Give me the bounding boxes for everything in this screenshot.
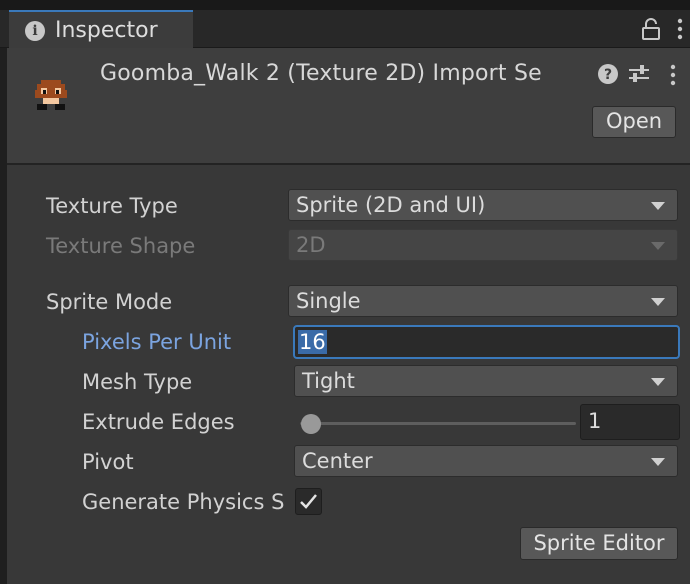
import-settings-header: Goomba_Walk 2 (Texture 2D) Import Se ? O… (7, 48, 690, 165)
svg-text:?: ? (604, 67, 612, 83)
chevron-down-icon (651, 378, 665, 386)
pixels-per-unit-label: Pixels Per Unit (82, 330, 232, 354)
texture-type-value: Sprite (2D and UI) (296, 193, 486, 217)
texture-shape-value: 2D (296, 233, 326, 257)
window-top-strip (0, 0, 690, 10)
sprite-mode-label: Sprite Mode (46, 290, 173, 314)
pivot-value: Center (302, 449, 373, 473)
asset-title: Goomba_Walk 2 (Texture 2D) Import Se (100, 61, 542, 86)
chevron-down-icon (651, 458, 665, 466)
generate-physics-shape-label: Generate Physics S (82, 490, 285, 514)
extrude-edges-slider-track[interactable] (300, 422, 576, 425)
texture-type-label: Texture Type (46, 194, 178, 218)
extrude-edges-slider-handle[interactable] (301, 414, 321, 434)
sprite-mode-value: Single (296, 289, 361, 313)
tab-inspector[interactable]: i Inspector (9, 10, 193, 49)
checkmark-icon (300, 494, 317, 509)
chevron-down-icon (651, 202, 665, 210)
texture-shape-dropdown: 2D (288, 229, 678, 261)
lock-icon[interactable] (641, 18, 661, 40)
info-icon: i (25, 20, 45, 41)
generate-physics-shape-checkbox[interactable] (295, 488, 322, 515)
preset-sliders-icon[interactable] (627, 62, 651, 86)
pixels-per-unit-value: 16 (298, 330, 327, 354)
goomba-sprite-icon (35, 80, 67, 110)
mesh-type-label: Mesh Type (82, 370, 193, 394)
mesh-type-dropdown[interactable]: Tight (294, 365, 678, 397)
extrude-edges-value: 1 (588, 409, 602, 433)
inspector-panel: Goomba_Walk 2 (Texture 2D) Import Se ? O… (7, 48, 690, 584)
pivot-dropdown[interactable]: Center (294, 445, 678, 477)
sprite-editor-button[interactable]: Sprite Editor (520, 527, 678, 560)
window-more-icon[interactable] (676, 16, 684, 42)
sprite-mode-dropdown[interactable]: Single (288, 285, 678, 317)
tab-inspector-label: Inspector (55, 18, 158, 43)
chevron-down-icon (651, 298, 665, 306)
texture-type-dropdown[interactable]: Sprite (2D and UI) (288, 189, 678, 221)
texture-shape-label: Texture Shape (46, 234, 196, 258)
chevron-down-icon (651, 242, 665, 250)
header-more-icon[interactable] (669, 62, 677, 88)
mesh-type-value: Tight (302, 369, 355, 393)
left-gap (0, 48, 7, 584)
open-button[interactable]: Open (592, 106, 676, 138)
pivot-label: Pivot (82, 450, 134, 474)
extrude-edges-label: Extrude Edges (82, 410, 235, 434)
extrude-edges-input[interactable]: 1 (580, 404, 680, 440)
pixels-per-unit-input[interactable]: 16 (293, 325, 680, 359)
help-icon[interactable]: ? (597, 63, 619, 85)
